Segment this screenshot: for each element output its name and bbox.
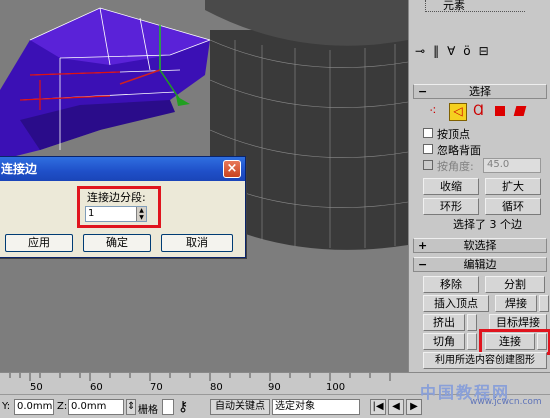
tree-item-element[interactable]: 元素 — [443, 0, 465, 13]
selection-header-label: 选择 — [469, 85, 491, 98]
weld-settings-icon[interactable] — [539, 295, 549, 312]
chamfer-button[interactable]: 切角 — [423, 333, 465, 350]
by-angle-checkbox[interactable] — [423, 160, 433, 170]
ruler-tick-label: 100 — [326, 382, 346, 393]
rollout-minus-icon: − — [418, 85, 428, 98]
grow-button[interactable]: 扩大 — [485, 178, 541, 195]
y-coordinate-field[interactable]: 0.0mm — [14, 399, 54, 415]
ruler-tick-label: 90 — [268, 382, 281, 393]
segments-spinner[interactable]: 1 ▲ ▼ — [85, 206, 147, 222]
create-shape-button[interactable]: 利用所选内容创建图形 — [423, 352, 547, 369]
edit-edges-rollout-header[interactable]: − 编辑边 — [413, 257, 547, 272]
go-to-start-icon[interactable]: |◀ — [370, 399, 386, 415]
ruler-tick-label: 80 — [210, 382, 223, 393]
grid-field[interactable] — [162, 399, 174, 415]
segments-label: 连接边分段: — [87, 191, 146, 204]
tree-branch — [425, 0, 525, 12]
ruler-tick-label: 70 — [150, 382, 163, 393]
by-angle-label: 按角度: — [437, 160, 474, 173]
grid-label: 栅格 — [138, 405, 158, 416]
rollout-plus-icon: + — [418, 239, 428, 252]
loop-button[interactable]: 循环 — [485, 198, 541, 215]
ring-button[interactable]: 环形 — [423, 198, 479, 215]
by-vertex-checkbox[interactable] — [423, 128, 433, 138]
ok-button[interactable]: 确定 — [83, 234, 151, 252]
connect-edges-dialog: 连接边 × 连接边分段: 1 ▲ ▼ 应用 确定 取消 — [0, 156, 246, 258]
spinner-arrows-icon[interactable]: ▲ ▼ — [136, 207, 146, 221]
cancel-button[interactable]: 取消 — [161, 234, 233, 252]
subobject-level-icons: ⁖ ◁ Ɑ — [425, 103, 535, 123]
soft-selection-header-label: 软选择 — [463, 239, 497, 252]
coordinate-spinner-icon[interactable]: ⇕ — [126, 399, 136, 415]
y-coordinate-label: Y: — [2, 401, 11, 412]
border-icon[interactable]: Ɑ — [473, 103, 484, 119]
dialog-titlebar[interactable]: 连接边 × — [0, 157, 245, 181]
vertex-icon[interactable]: ⁖ — [429, 104, 437, 119]
by-vertex-label: 按顶点 — [437, 128, 470, 141]
edge-icon[interactable]: ◁ — [449, 103, 467, 121]
selection-set-dropdown[interactable]: 选定对象 — [272, 399, 360, 415]
selection-status: 选择了 3 个边 — [453, 218, 522, 231]
remove-button[interactable]: 移除 — [423, 276, 479, 293]
connect-settings-icon[interactable] — [537, 333, 547, 350]
key-icon[interactable]: ⚷ — [178, 399, 188, 415]
command-panel: 元素 ⊸‖∀ö⊟ − 选择 ⁖ ◁ Ɑ 按顶点 忽略背面 按角度: 45.0 收… — [408, 0, 550, 372]
edit-edges-header-label: 编辑边 — [463, 258, 497, 271]
split-button[interactable]: 分割 — [485, 276, 545, 293]
show-end-result-icon[interactable]: ‖ — [433, 44, 447, 58]
by-angle-value-field[interactable]: 45.0 — [483, 158, 541, 173]
apply-button[interactable]: 应用 — [5, 234, 73, 252]
close-icon[interactable]: × — [223, 160, 241, 178]
segments-value[interactable]: 1 — [88, 208, 94, 219]
extrude-button[interactable]: 挤出 — [423, 314, 465, 331]
z-coordinate-field[interactable]: 0.0mm — [68, 399, 124, 415]
polygon-icon[interactable] — [495, 106, 505, 116]
watermark-url: www.jcwcn.com — [470, 397, 542, 407]
selection-rollout-header[interactable]: − 选择 — [413, 84, 547, 99]
make-unique-icon[interactable]: ∀ — [447, 44, 463, 58]
ruler-tick-label: 50 — [30, 382, 43, 393]
configure-icon[interactable]: ⊟ — [479, 44, 497, 58]
weld-button[interactable]: 焊接 — [495, 295, 537, 312]
soft-selection-rollout-header[interactable]: + 软选择 — [413, 238, 547, 253]
chamfer-settings-icon[interactable] — [467, 333, 477, 350]
previous-frame-icon[interactable]: ◀ — [388, 399, 404, 415]
element-icon[interactable] — [513, 106, 527, 116]
autokey-button[interactable]: 自动关键点 — [210, 399, 270, 415]
rollout-minus-icon: − — [418, 258, 428, 271]
ruler-tick-label: 60 — [90, 382, 103, 393]
ignore-backfacing-checkbox[interactable] — [423, 144, 433, 154]
remove-modifier-icon[interactable]: ö — [463, 44, 478, 58]
modifier-stack-toolbar: ⊸‖∀ö⊟ — [415, 44, 549, 62]
ignore-backfacing-label: 忽略背面 — [437, 144, 481, 157]
connect-button[interactable]: 连接 — [485, 333, 535, 350]
insert-vertex-button[interactable]: 插入顶点 — [423, 295, 489, 312]
dialog-title: 连接边 — [1, 162, 38, 176]
shrink-button[interactable]: 收缩 — [423, 178, 479, 195]
pin-stack-icon[interactable]: ⊸ — [415, 44, 433, 58]
extrude-settings-icon[interactable] — [467, 314, 477, 331]
z-coordinate-label: Z: — [57, 401, 68, 412]
